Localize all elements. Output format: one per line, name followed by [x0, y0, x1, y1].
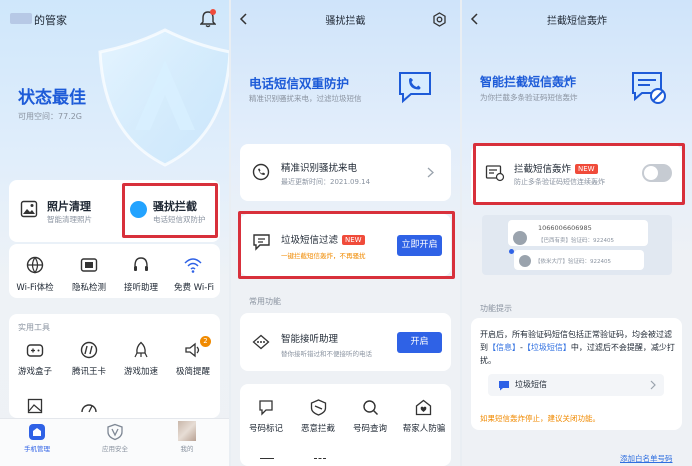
- quick-label-2[interactable]: 接听助理: [119, 281, 163, 293]
- p3-header-title: 拦截短信轰炸: [547, 16, 607, 27]
- home-screen: 的管家 状态最佳 可用空间：77.2G 照片清理 智能清理照片 骚扰拦截 电话短…: [0, 0, 229, 466]
- toggle-title-row: 拦截短信轰炸 NEW: [514, 161, 598, 175]
- reminder-badge: 2: [200, 336, 211, 347]
- p3-hero-title: 智能拦截短信轰炸: [480, 75, 577, 89]
- harass-block-screen: 骚扰拦截 电话短信双重防护 精准识别骚扰来电，过滤垃圾短信 精准识别骚扰来电 最…: [231, 0, 460, 466]
- unread-dot: [509, 249, 514, 254]
- harass-block-icon: [130, 201, 147, 218]
- p2-header-title: 骚扰拦截: [325, 16, 366, 27]
- profile-avatar[interactable]: [178, 421, 196, 441]
- sample-number: 1066006606985: [538, 224, 592, 232]
- sms-filter-icon: [252, 233, 272, 251]
- harass-block-title[interactable]: 骚扰拦截: [153, 198, 197, 214]
- privacy-check-icon[interactable]: [80, 256, 98, 274]
- malicious-block-icon[interactable]: [310, 399, 327, 416]
- new-badge: NEW: [342, 235, 365, 245]
- tab-label-2[interactable]: 我的: [167, 443, 207, 453]
- sms-block-icon: [630, 70, 668, 106]
- app-title: 的管家: [34, 14, 67, 27]
- sms-bomb-icon: [485, 164, 505, 182]
- tool-label-1[interactable]: 腾讯王卡: [65, 365, 113, 377]
- tab-label-0[interactable]: 手机管理: [17, 443, 57, 453]
- notification-dot: [210, 9, 216, 15]
- grid-label-1[interactable]: 恶意拦截: [296, 422, 340, 434]
- game-box-icon[interactable]: [26, 343, 44, 359]
- sample-line-2: 【依米大厅】验证码：922405: [535, 259, 611, 265]
- sms-bomb-toggle[interactable]: [642, 164, 672, 182]
- tab-label-1[interactable]: 应用安全: [95, 443, 135, 453]
- phone-circle-icon: [252, 163, 270, 181]
- sms-bomb-block-screen: 拦截短信轰炸 智能拦截短信轰炸 为你拦截多条验证码短信轰炸 拦截短信轰炸 NEW …: [462, 0, 692, 466]
- enable-assistant-button[interactable]: 开启: [397, 332, 442, 353]
- wangka-icon[interactable]: [80, 341, 98, 359]
- sms-filter-title: 垃圾短信过滤: [281, 235, 339, 246]
- tips-link-info[interactable]: 【信息】: [488, 343, 520, 352]
- status-title: 状态最佳: [18, 88, 86, 108]
- new-badge: NEW: [575, 164, 598, 174]
- assistant-sub: 替你接听错过和不便接听的电话: [281, 350, 372, 358]
- call-identify-title: 精准识别骚扰来电: [281, 163, 358, 174]
- tool-label-2[interactable]: 游戏加速: [117, 365, 165, 377]
- home-tab-icon[interactable]: [28, 423, 46, 441]
- assistant-icon: [252, 334, 270, 350]
- harass-block-sub: 电话短信双防护: [153, 215, 206, 224]
- more-item-icon-2: [314, 458, 326, 466]
- tips-paragraph: 开启后，所有验证码短信包括正常验证码，均会被过滤到【信息】-【垃圾短信】中，过滤…: [480, 328, 676, 367]
- chevron-right-icon: [427, 167, 434, 178]
- enable-now-button[interactable]: 立即开启: [397, 235, 442, 256]
- p3-hero-sub: 为你拦截多条验证码短信轰炸: [480, 93, 578, 102]
- game-boost-icon[interactable]: [132, 341, 150, 359]
- number-query-icon[interactable]: [362, 399, 379, 416]
- sms-filter-title-row: 垃圾短信过滤 NEW: [281, 232, 365, 246]
- storage-text: 可用空间：77.2G: [18, 112, 83, 121]
- quick-label-3[interactable]: 免费 Wi-Fi: [170, 281, 218, 293]
- quick-label-0[interactable]: Wi-Fi体检: [13, 281, 57, 293]
- spam-sms-icon: [498, 380, 510, 391]
- call-identify-sub: 最近更新时间：2021.09.14: [281, 178, 371, 186]
- shield-watermark-icon: [98, 28, 229, 167]
- tips-label: 功能提示: [480, 304, 512, 313]
- account-avatar[interactable]: [10, 13, 32, 24]
- tools-label: 实用工具: [18, 323, 50, 332]
- toggle-sub: 防止多条验证码短信连续轰炸: [514, 178, 605, 186]
- image-tool-icon[interactable]: [27, 398, 43, 414]
- grid-label-3[interactable]: 帮家人防骗: [397, 422, 451, 434]
- tool-label-3[interactable]: 极简提醒: [169, 365, 217, 377]
- answer-assistant-icon[interactable]: [132, 256, 150, 274]
- photo-icon: [20, 200, 38, 218]
- grid-label-0[interactable]: 号码标记: [244, 422, 288, 434]
- sample-line-1: 【巴西有卖】验证码：922405: [538, 238, 614, 244]
- sms-filter-sub: 一键拦截短信轰炸，不再骚扰: [281, 252, 366, 260]
- settings-icon[interactable]: [432, 12, 447, 27]
- spam-sms-label: 垃圾短信: [515, 380, 547, 389]
- number-mark-icon[interactable]: [258, 399, 274, 416]
- wifi-check-icon[interactable]: [26, 256, 44, 274]
- app-security-tab-icon[interactable]: [106, 423, 124, 441]
- chevron-right-icon: [650, 380, 656, 390]
- contact-avatar-2: [519, 255, 531, 267]
- warning-text: 如果短信轰炸停止，建议关闭功能。: [480, 414, 600, 423]
- more-item-icon: [260, 458, 274, 466]
- phone-message-icon: [397, 70, 433, 104]
- add-whitelist-link[interactable]: 添加白名单号码: [620, 453, 673, 464]
- quick-label-1[interactable]: 隐私检测: [67, 281, 111, 293]
- toggle-title: 拦截短信轰炸: [514, 164, 572, 175]
- family-protect-icon[interactable]: [415, 399, 432, 416]
- p2-hero-title: 电话短信双重防护: [249, 76, 350, 91]
- tips-link-spam[interactable]: 【垃圾短信】: [523, 343, 571, 352]
- common-features-label: 常用功能: [249, 297, 281, 306]
- grid-label-2[interactable]: 号码查询: [348, 422, 392, 434]
- tool-label-0[interactable]: 游戏盒子: [11, 365, 59, 377]
- photo-clean-sub: 智能清理照片: [47, 215, 92, 224]
- contact-avatar: [513, 231, 527, 245]
- speed-tool-icon[interactable]: [80, 400, 98, 414]
- p2-hero-sub: 精准识别骚扰来电，过滤垃圾短信: [249, 94, 362, 103]
- minimal-reminder-icon[interactable]: [184, 341, 202, 359]
- free-wifi-icon[interactable]: [184, 256, 202, 274]
- assistant-title: 智能接听助理: [281, 334, 339, 345]
- photo-clean-title[interactable]: 照片清理: [47, 198, 91, 214]
